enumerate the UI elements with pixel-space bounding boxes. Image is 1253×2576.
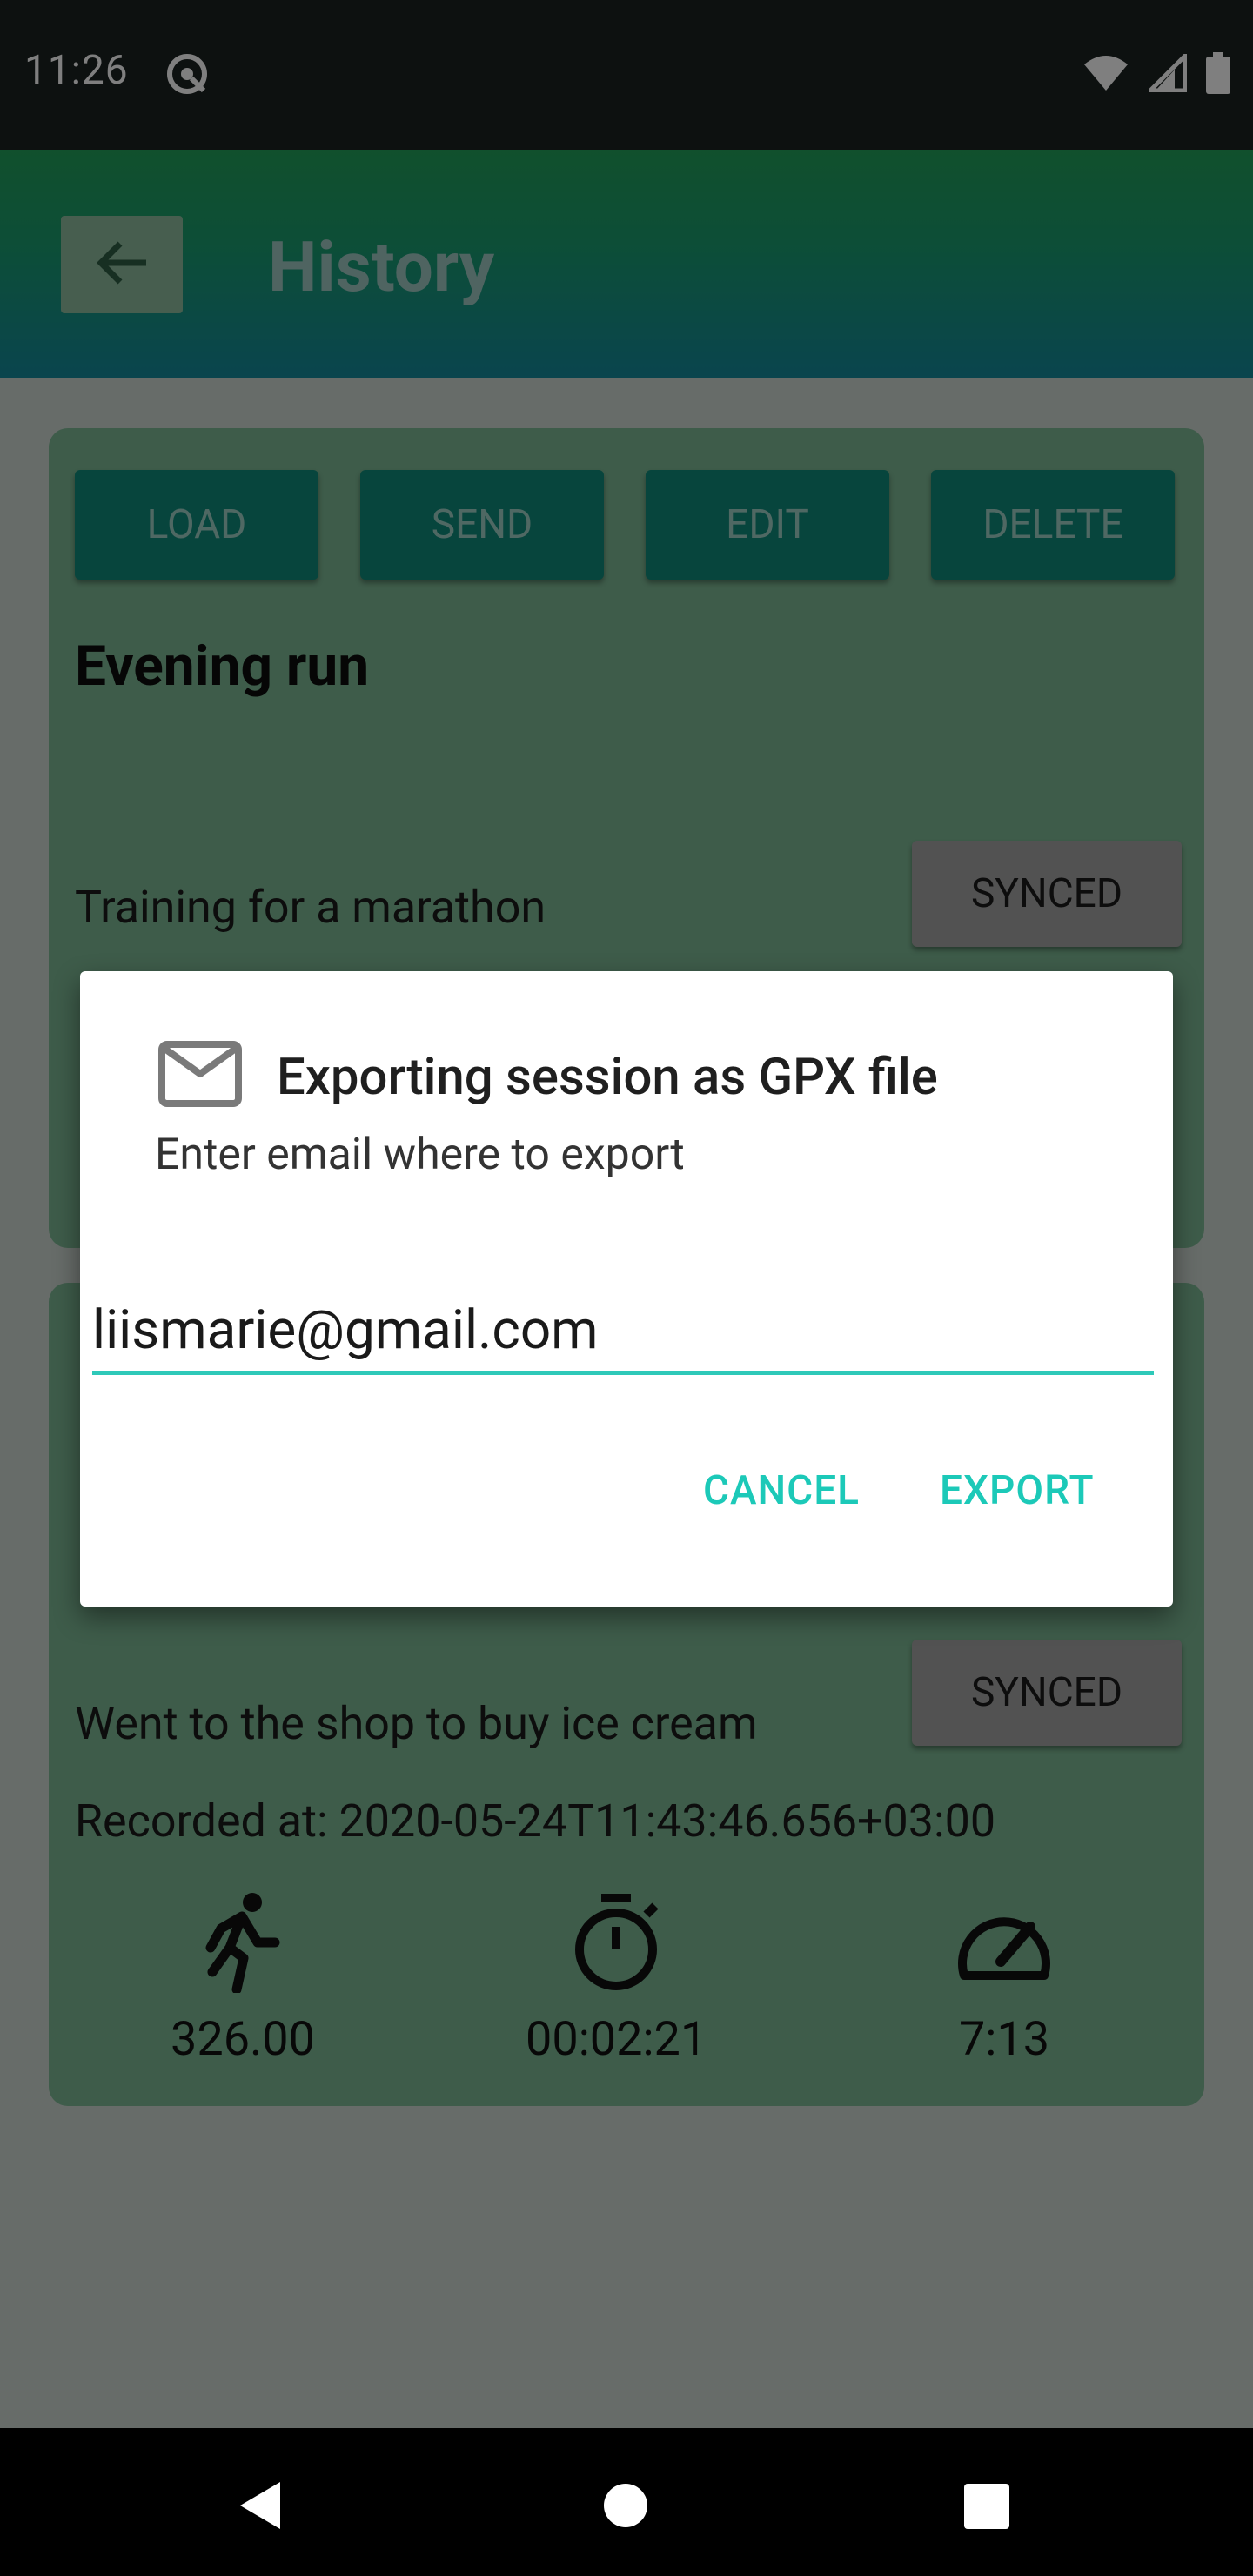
- home-nav-icon[interactable]: [602, 2482, 649, 2532]
- dialog-title: Exporting session as GPX file: [277, 1048, 938, 1107]
- navigation-bar: [0, 2428, 1253, 2576]
- email-input[interactable]: [92, 1295, 1154, 1375]
- screen: 11:26 History: [0, 0, 1253, 2576]
- export-button[interactable]: EXPORT: [940, 1467, 1095, 1514]
- back-nav-icon[interactable]: [237, 2480, 284, 2534]
- export-dialog: Exporting session as GPX file Enter emai…: [80, 971, 1173, 1607]
- cancel-button[interactable]: CANCEL: [703, 1467, 860, 1514]
- dialog-message: Enter email where to export: [155, 1130, 685, 1180]
- mail-icon: [158, 1041, 242, 1110]
- recents-nav-icon[interactable]: [964, 2484, 1009, 2532]
